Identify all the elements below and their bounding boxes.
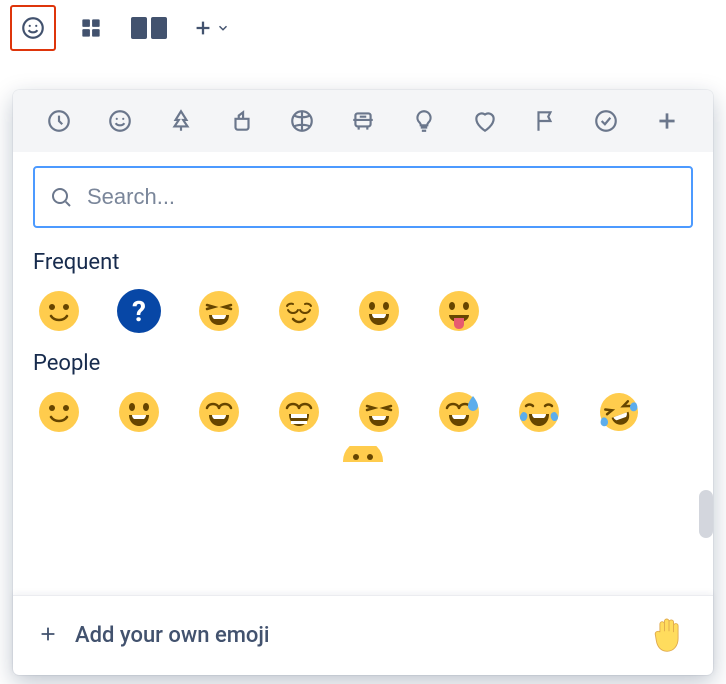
cat-activity[interactable] (272, 90, 333, 152)
emoji-picker: Frequent ? People (13, 90, 713, 675)
section-label-people: People (33, 351, 693, 376)
emoji-grinning-face-big-eyes[interactable] (113, 386, 165, 438)
layouts-button[interactable] (126, 5, 172, 51)
cat-productivity[interactable] (576, 90, 637, 152)
category-bar (13, 90, 713, 152)
preview-raised-hand-icon (649, 614, 689, 658)
emoji-face-with-tongue[interactable] (433, 285, 485, 337)
insert-more-button[interactable] (184, 9, 238, 47)
emoji-grinning-smiling-eyes[interactable] (193, 386, 245, 438)
emoji-grinning-face-big-eyes[interactable] (353, 285, 405, 337)
emoji-beaming-smiling-eyes[interactable] (273, 386, 325, 438)
editor-toolbar (0, 0, 726, 56)
emoji-button[interactable] (10, 5, 56, 51)
cat-frequent[interactable] (29, 90, 90, 152)
cat-people[interactable] (90, 90, 151, 152)
cat-objects[interactable] (393, 90, 454, 152)
emoji-laughing-squinting-face[interactable] (353, 386, 405, 438)
cat-custom[interactable] (636, 90, 697, 152)
emoji-slightly-smiling-face[interactable] (33, 285, 85, 337)
emoji-slightly-smiling-face[interactable] (33, 386, 85, 438)
search-box[interactable] (33, 166, 693, 228)
emoji-question-mark[interactable]: ? (113, 285, 165, 337)
layouts-icon (131, 17, 167, 39)
table-button[interactable] (68, 5, 114, 51)
cat-symbols[interactable] (454, 90, 515, 152)
cat-flags[interactable] (515, 90, 576, 152)
emoji-relieved-face[interactable] (273, 285, 325, 337)
plus-icon (37, 623, 59, 649)
emoji-list[interactable]: Frequent ? People (13, 236, 713, 595)
search-input[interactable] (87, 184, 677, 210)
emoji-rofl[interactable] (593, 386, 645, 438)
picker-footer: Add your own emoji (13, 595, 713, 675)
emoji-partial[interactable] (337, 446, 389, 462)
emoji-grinning-sweat[interactable] (433, 386, 485, 438)
scrollbar-thumb[interactable] (699, 490, 713, 538)
cat-food[interactable] (211, 90, 272, 152)
search-icon (49, 185, 73, 209)
cat-nature[interactable] (150, 90, 211, 152)
chevron-down-icon (216, 21, 230, 35)
emoji-laughing-squinting-face[interactable] (193, 285, 245, 337)
section-label-frequent: Frequent (33, 250, 693, 275)
cat-travel[interactable] (333, 90, 394, 152)
add-own-emoji-button[interactable]: Add your own emoji (75, 623, 633, 648)
emoji-tears-of-joy[interactable] (513, 386, 565, 438)
